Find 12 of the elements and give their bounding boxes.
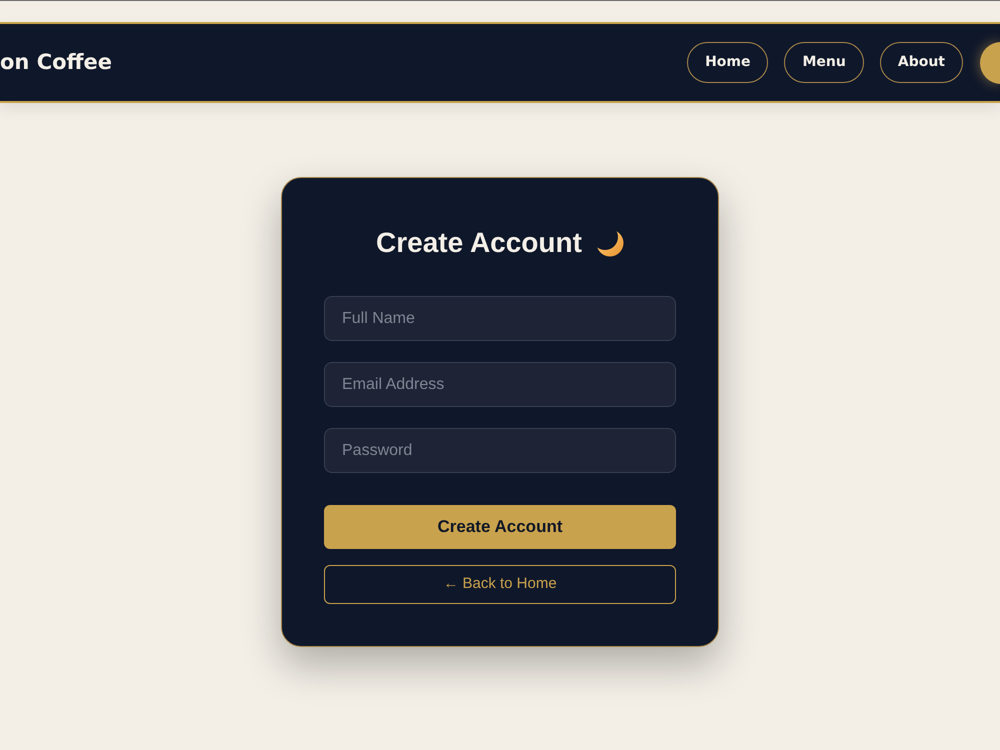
crescent-moon-icon [596,229,624,257]
text-input-field[interactable]: Full Name [324,296,676,341]
nav-link[interactable]: Home [687,42,768,83]
nav-link[interactable]: Menu [784,42,864,83]
create-account-button[interactable]: Create Account [324,505,676,549]
nav-link[interactable]: About [880,42,963,83]
avatar-icon[interactable] [980,42,1000,84]
text-input-field[interactable]: Email Address [324,362,676,407]
brand-name[interactable]: on Coffee [0,46,112,78]
back-to-home-link[interactable]: ← Back to Home [324,565,676,604]
text-input-field[interactable]: Password [324,428,676,473]
form-title: Create Account [376,226,582,260]
